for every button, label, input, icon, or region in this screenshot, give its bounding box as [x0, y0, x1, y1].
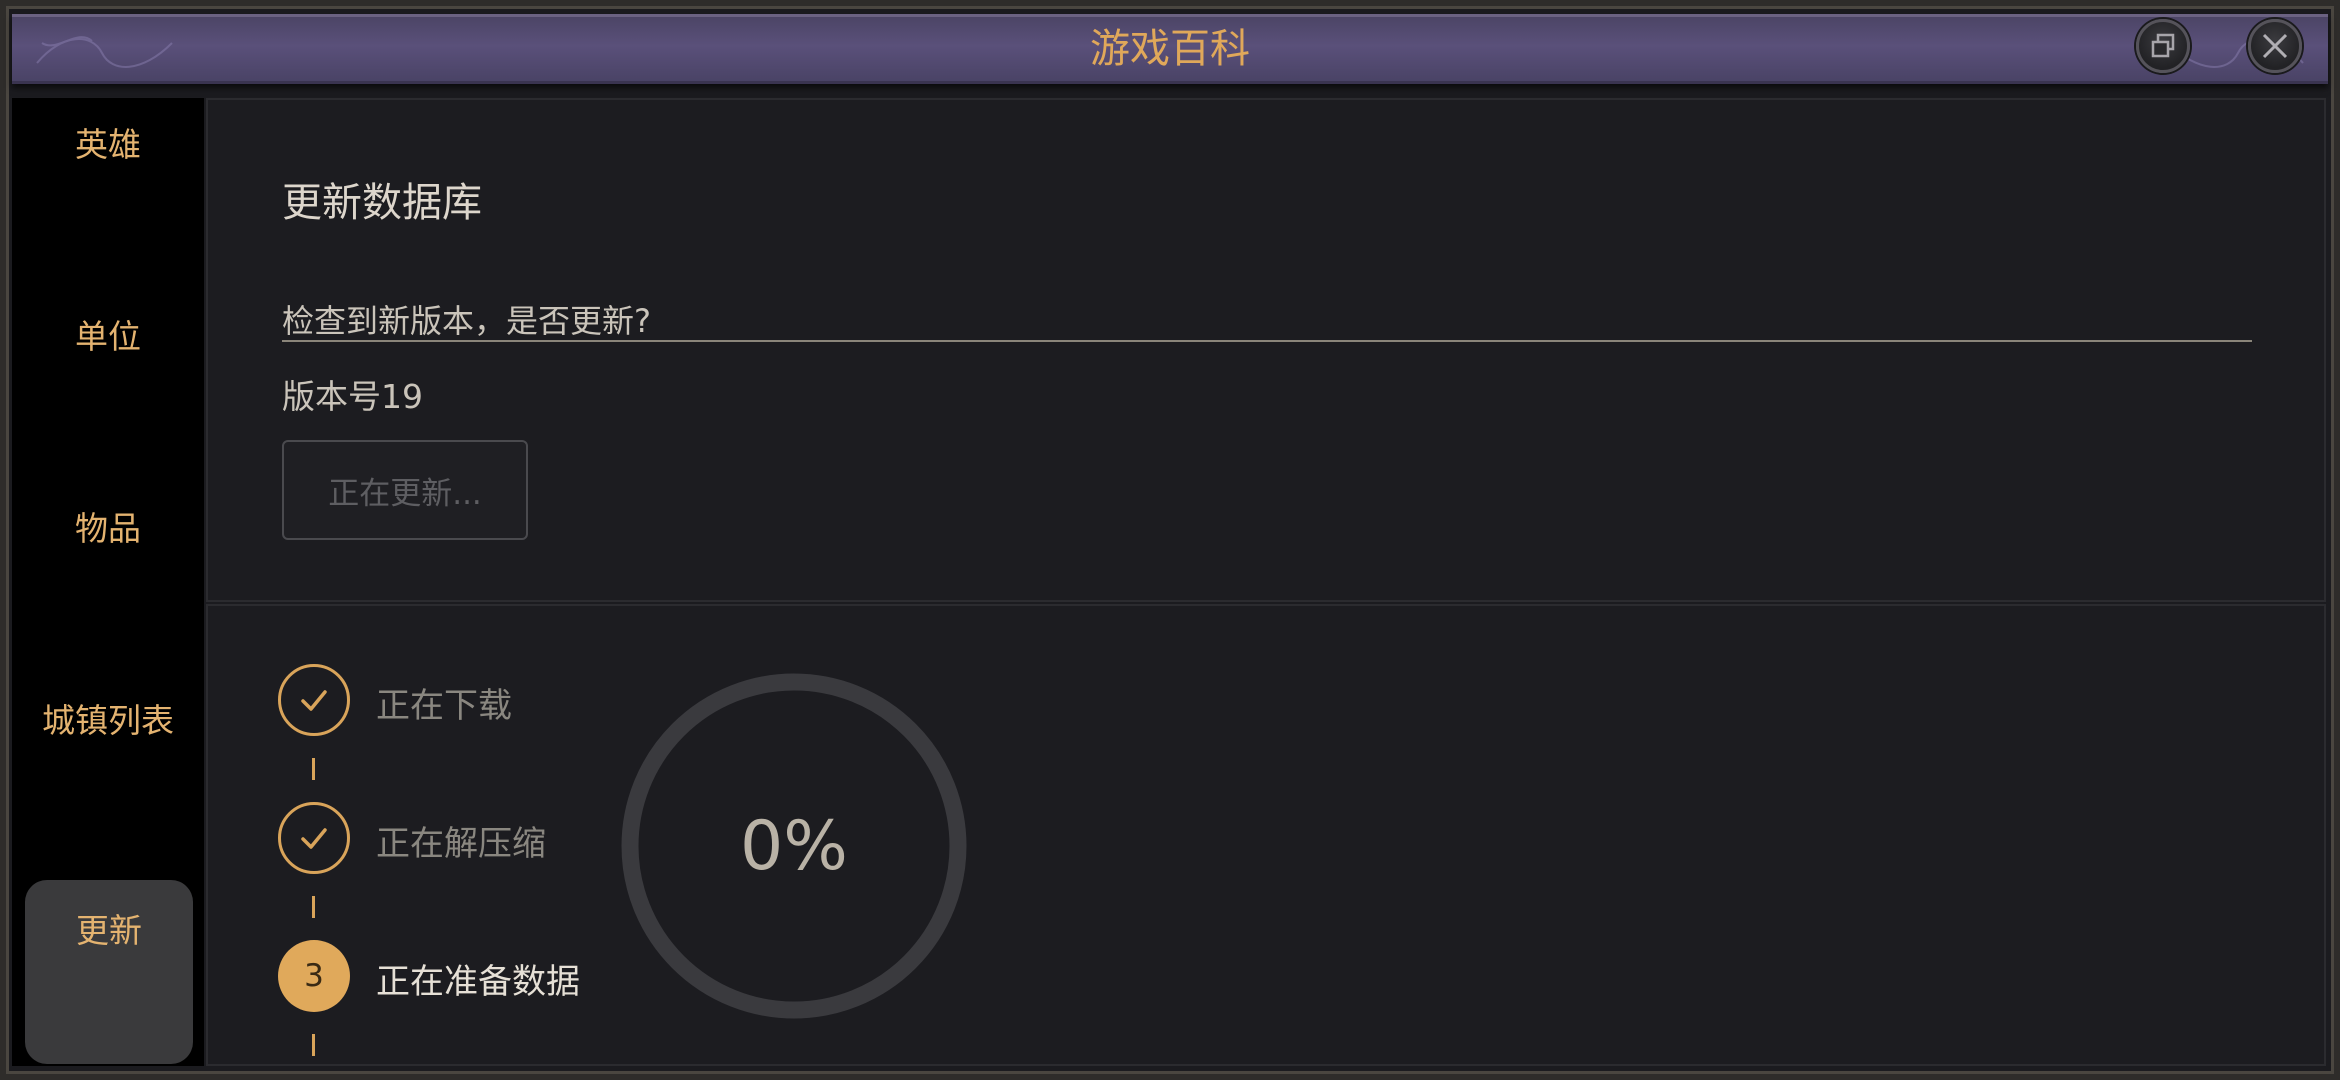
- step-connector: [312, 896, 315, 918]
- step-label: 正在解压缩: [376, 824, 546, 864]
- progress-panel: 正在下载 正在解压缩 3 正在准备数据 0%: [206, 604, 2326, 1066]
- update-panel: 更新数据库 检查到新版本，是否更新? 版本号19 正在更新...: [206, 98, 2326, 602]
- check-icon: [301, 690, 327, 711]
- step-done-icon: [278, 664, 350, 736]
- restore-button[interactable]: [2136, 19, 2190, 73]
- sidebar-item-units[interactable]: 单位: [12, 310, 204, 358]
- sidebar-item-items[interactable]: 物品: [12, 502, 204, 550]
- step-done-icon: [278, 802, 350, 874]
- restore-icon: [2151, 33, 2175, 58]
- step-label: 正在准备数据: [376, 962, 580, 1002]
- close-icon: [2262, 33, 2288, 59]
- sidebar-item-heroes[interactable]: 英雄: [12, 118, 204, 166]
- sidebar-item-towns[interactable]: 城镇列表: [12, 694, 204, 742]
- step-connector: [312, 758, 315, 780]
- sidebar: 英雄 单位 物品 城镇列表 更新: [12, 98, 204, 1066]
- sidebar-item-update[interactable]: 更新: [25, 880, 193, 1064]
- progress-percent: 0%: [740, 806, 848, 886]
- version-label: 版本号19: [282, 377, 423, 416]
- check-icon: [301, 828, 327, 849]
- close-button[interactable]: [2248, 19, 2302, 73]
- update-button[interactable]: 正在更新...: [282, 440, 528, 540]
- step-connector: [312, 1034, 315, 1056]
- window-title: 游戏百科: [1090, 26, 1250, 72]
- update-prompt: 检查到新版本，是否更新?: [282, 296, 2252, 342]
- title-bar: 游戏百科: [12, 14, 2328, 84]
- page-title: 更新数据库: [282, 180, 482, 226]
- step-current-icon: 3: [278, 940, 350, 1012]
- step-label: 正在下载: [376, 686, 512, 726]
